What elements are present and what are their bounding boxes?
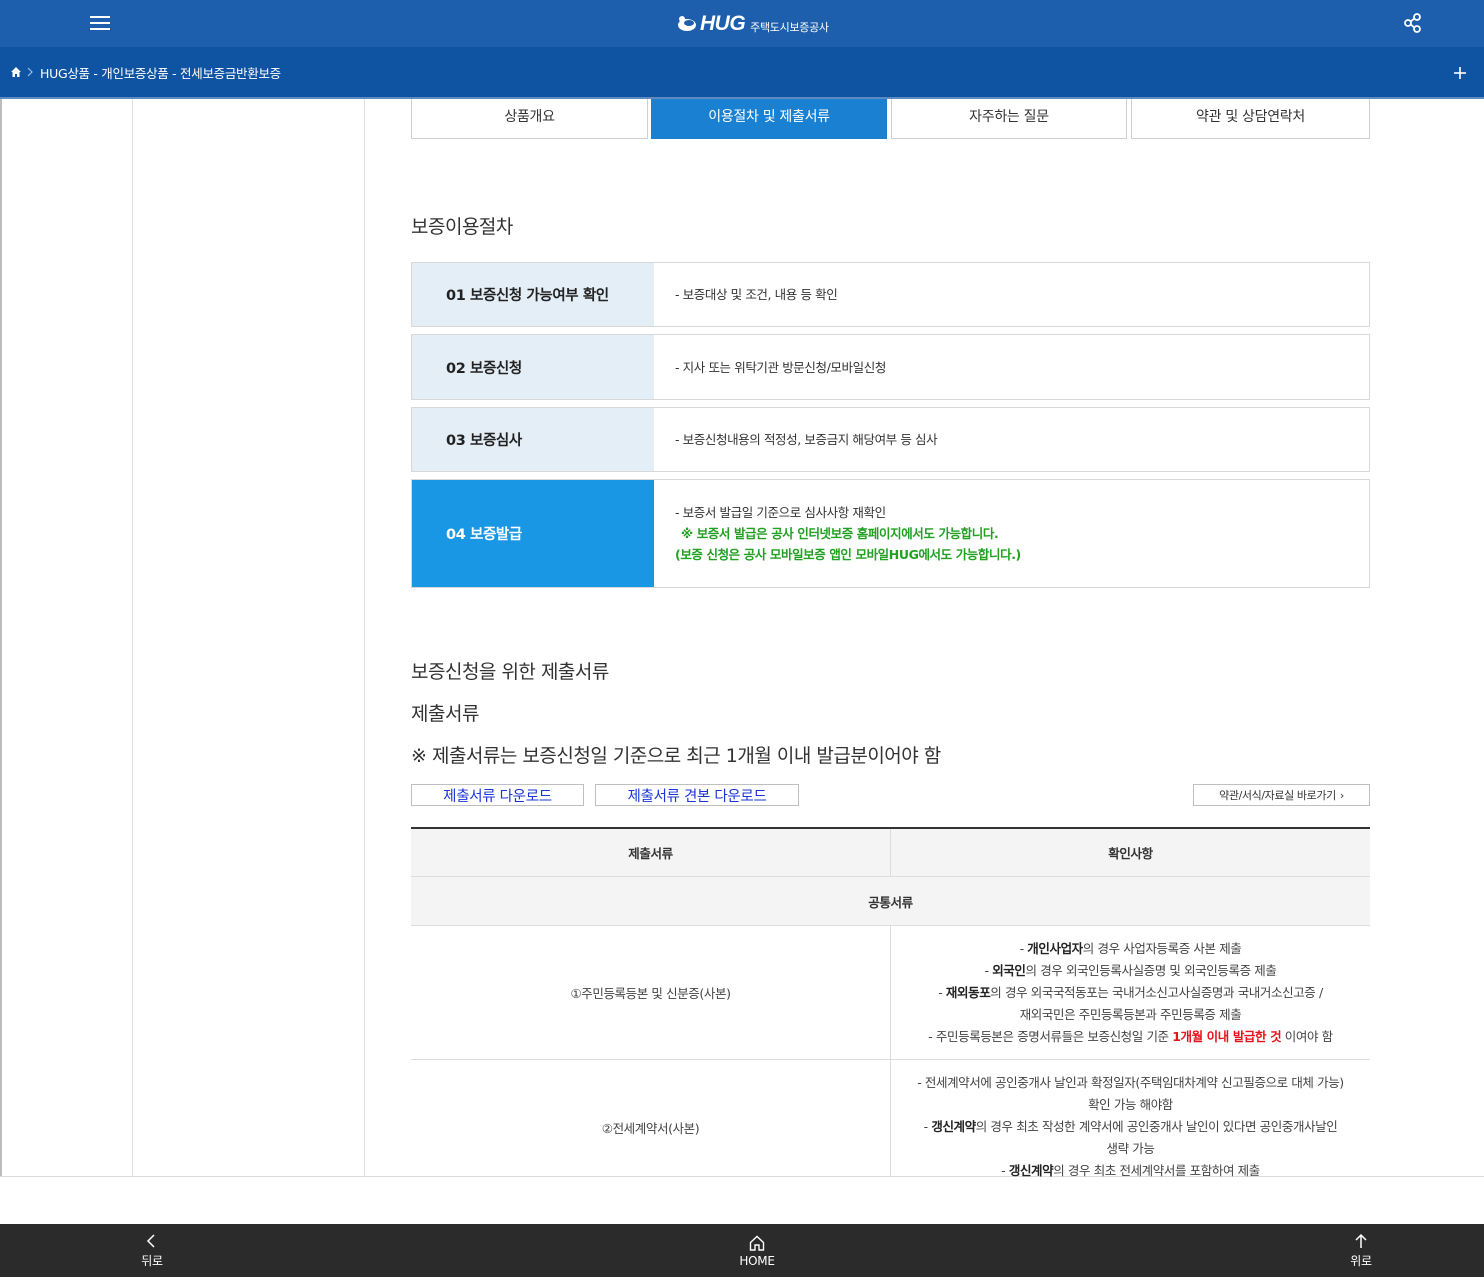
arrow-up-icon (1355, 1233, 1367, 1248)
document-name: ②전세계약서(사본) (411, 1060, 891, 1194)
table-row: ②전세계약서(사본) - 전세계약서에 공인중개사 날인과 확정일자(주택임대차… (411, 1060, 1370, 1194)
logo-text: HUG (700, 12, 746, 35)
plus-icon[interactable] (1452, 65, 1468, 81)
bottom-navigation: 뒤로 HOME 위로 (0, 1224, 1484, 1277)
documents-title: 보증신청을 위한 제출서류 (411, 661, 609, 683)
terms-link-label: 약관/서식/자료실 바로가기 (1219, 789, 1336, 802)
share-icon[interactable] (1402, 12, 1424, 34)
tab-faq[interactable]: 자주하는 질문 (891, 99, 1127, 139)
procedure-title: 보증이용절차 (411, 216, 513, 238)
documents-download-button[interactable]: 제출서류 다운로드 (411, 784, 584, 806)
check-items: - 전세계약서에 공인중개사 날인과 확정일자(주택임대차계약 신고필증으로 대… (917, 1075, 1344, 1178)
step-description: - 보증서 발급일 기준으로 심사사항 재확인 ※ 보증서 발급은 공사 인터넷… (654, 480, 1369, 587)
step-label: 04 보증발급 (412, 480, 654, 587)
check-items: - 개인사업자의 경우 사업자등록증 사본 제출 - 외국인의 경우 외국인등록… (928, 940, 1333, 1044)
frame-left-border (0, 99, 2, 1177)
documents-table: 제출서류 확인사항 공통서류 ①주민등록등본 및 신분증(사본) - 개인사업자… (411, 827, 1370, 1194)
step-description: - 보증신청내용의 적정성, 보증금지 해당여부 등 심사 (675, 432, 938, 447)
viewport-bottom-spacer (0, 1177, 1484, 1224)
breadcrumb[interactable]: HUG상품 - 개인보증상품 - 전세보증금반환보증 (40, 63, 281, 82)
procedure-step: 03 보증심사 - 보증신청내용의 적정성, 보증금지 해당여부 등 심사 (411, 407, 1370, 472)
step-description: - 지사 또는 위탁기관 방문신청/모바일신청 (675, 359, 886, 375)
step-label: 01 보증신청 가능여부 확인 (412, 263, 654, 326)
back-button[interactable]: 뒤로 (112, 1224, 192, 1277)
mobile-note: (보증 신청은 공사 모바일보증 앱인 모바일HUG에서도 가능합니다.) (675, 547, 1021, 562)
column-divider (364, 99, 365, 1177)
column-header: 제출서류 (411, 829, 891, 876)
table-group-row: 공통서류 (411, 877, 1370, 926)
sample-download-button[interactable]: 제출서류 견본 다운로드 (595, 784, 799, 806)
home-icon[interactable] (10, 66, 22, 78)
step-label: 03 보증심사 (412, 408, 654, 471)
column-divider (132, 99, 133, 1177)
document-name: ①주민등록등본 및 신분증(사본) (411, 926, 891, 1059)
table-row: ①주민등록등본 및 신분증(사본) - 개인사업자의 경우 사업자등록증 사본 … (411, 926, 1370, 1060)
procedure-step: 02 보증신청 - 지사 또는 위탁기관 방문신청/모바일신청 (411, 334, 1370, 400)
hug-logo-icon (678, 16, 696, 31)
chevron-right-icon: › (1339, 788, 1344, 802)
home-outline-icon (749, 1235, 765, 1251)
logo-subtitle: 주택도시보증공사 (750, 20, 829, 34)
chevron-left-icon (146, 1234, 155, 1248)
table-header: 제출서류 확인사항 (411, 829, 1370, 877)
logo[interactable]: HUG 주택도시보증공사 (676, 10, 829, 38)
home-button[interactable]: HOME (717, 1224, 797, 1277)
documents-subtitle: 제출서류 (411, 703, 479, 725)
tab-overview[interactable]: 상품개요 (411, 99, 648, 139)
step-description: - 보증대상 및 조건, 내용 등 확인 (675, 287, 838, 302)
tab-terms[interactable]: 약관 및 상담연락처 (1131, 99, 1370, 139)
column-header: 확인사항 (891, 829, 1370, 876)
breadcrumb-bar: HUG상품 - 개인보증상품 - 전세보증금반환보증 (0, 47, 1484, 99)
procedure-step: 01 보증신청 가능여부 확인 - 보증대상 및 조건, 내용 등 확인 (411, 262, 1370, 327)
step-label: 02 보증신청 (412, 335, 654, 399)
documents-notice: ※ 제출서류는 보증신청일 기준으로 최근 1개월 이내 발급분이어야 함 (411, 745, 941, 767)
terms-link-button[interactable]: 약관/서식/자료실 바로가기 › (1193, 784, 1370, 806)
procedure-step: 04 보증발급 - 보증서 발급일 기준으로 심사사항 재확인 ※ 보증서 발급… (411, 479, 1370, 588)
top-header: HUG 주택도시보증공사 (0, 0, 1484, 47)
scroll-top-button[interactable]: 위로 (1321, 1224, 1401, 1277)
group-label: 공통서류 (411, 877, 1370, 925)
tab-procedure[interactable]: 이용절차 및 제출서류 (651, 99, 887, 139)
chevron-right-icon (27, 67, 33, 77)
issuance-note: ※ 보증서 발급은 공사 인터넷보증 홈페이지에서도 가능합니다. (681, 526, 999, 541)
hamburger-icon[interactable] (88, 11, 112, 35)
